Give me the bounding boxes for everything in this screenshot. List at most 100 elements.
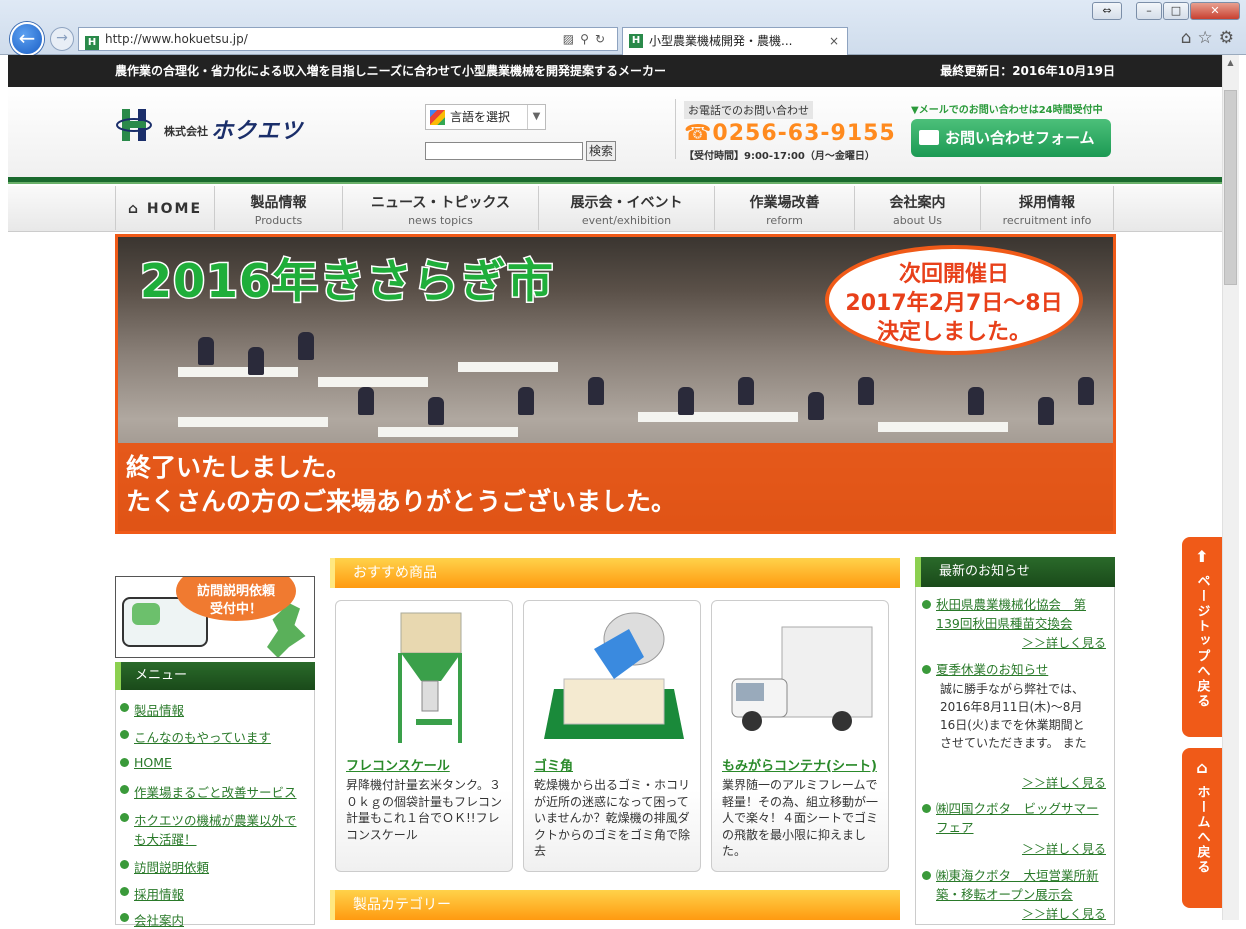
product-card[interactable]: もみがらコンテナ(シート) 業界随一のアルミフレームで軽量！その為、組立移動が一… (711, 600, 889, 872)
news-title-line: フェア (936, 820, 974, 835)
tab-close-icon[interactable]: × (829, 28, 839, 54)
arrow-right-icon: → (56, 30, 68, 46)
product-card[interactable]: ゴミ角 乾燥機から出るゴミ・ホコリが近所の迷惑になって困っていませんか？乾燥機の… (523, 600, 701, 872)
scrollbar-thumb[interactable] (1224, 90, 1237, 285)
news-title[interactable]: 夏季休業のお知らせ (920, 660, 1110, 679)
address-bar[interactable]: Hhttp://www.hokuetsu.jp/ ▨⚲↻ (78, 27, 618, 51)
company-prefix: 株式会社 (164, 125, 208, 138)
contact-form-button[interactable]: お問い合わせフォーム (911, 119, 1111, 157)
gomikaku-image (544, 612, 684, 739)
recommended-heading: おすすめ商品 (330, 558, 900, 588)
search-button[interactable]: 検索 (586, 141, 616, 161)
product-card[interactable]: フレコンスケール 昇降機付計量玄米タンク。３０ｋｇの個袋計量もフレコン計量もこれ… (335, 600, 513, 872)
read-more-link[interactable]: ＞＞詳しく見る (1022, 634, 1106, 651)
news-title[interactable]: 秋田県農業機械化協会 第 139回秋田県種苗交換会 (920, 595, 1110, 633)
banner-message-line: たくさんの方のご来場ありがとうございました。 (126, 487, 677, 516)
side-menu: 製品情報 こんなのもやっています HOME 作業場まるごと改善サービス ホクエツ… (115, 690, 315, 928)
menu-item[interactable]: こんなのもやっています (120, 727, 271, 746)
news-title-line: ㈱四国クボタ ビッグサマー (936, 801, 1099, 816)
scroll-up-arrow-icon[interactable]: ▲ (1222, 58, 1239, 67)
tab-title: 小型農業機械開発・農機... (649, 34, 793, 48)
last-updated: 最終更新日：2016年10月19日 (940, 64, 1115, 78)
news-title-line: 築・移転オープン展示会 (936, 887, 1073, 902)
product-desc: 業界随一のアルミフレームで軽量！その為、組立移動が一人で楽々！４面シートでゴミの… (722, 778, 879, 858)
menu-item-cont[interactable]: も大活躍！ (134, 829, 197, 848)
nav-recruit[interactable]: 採用情報 recruitment info (980, 186, 1114, 230)
photo-table (378, 427, 518, 437)
read-more-link[interactable]: ＞＞詳しく見る (1022, 905, 1106, 922)
menu-item[interactable]: 採用情報 (120, 884, 184, 903)
news-title-line: ㈱東海クボタ 大垣営業所新 (936, 868, 1099, 883)
nav-reform[interactable]: 作業場改善 reform (714, 186, 854, 230)
envelope-icon (919, 130, 939, 145)
photo-person (678, 387, 694, 415)
event-banner[interactable]: 2016年きさらぎ市 次回開催日 2017年2月7日～8日 決定しました。 終了… (115, 234, 1116, 534)
restore-tab-icon[interactable]: ⇔ (1092, 2, 1122, 20)
nav-about[interactable]: 会社案内 about Us (854, 186, 980, 230)
main-nav: ⌂ HOME 製品情報 Products ニュース・トピックス news topic… (8, 186, 1222, 232)
contact-form-label: お問い合わせフォーム (945, 129, 1095, 147)
menu-item[interactable]: 訪問説明依頼 (120, 857, 209, 876)
banner-title: 2016年きさらぎ市 (138, 253, 555, 310)
menu-item[interactable]: 製品情報 (120, 700, 184, 719)
photo-table (178, 417, 328, 427)
photo-person (358, 387, 374, 415)
phone-number[interactable]: ☎0256-63-9155 (684, 121, 904, 147)
photo-person (1038, 397, 1054, 425)
nav-products[interactable]: 製品情報 Products (214, 186, 342, 230)
browser-tab[interactable]: H 小型農業機械開発・農機... × (622, 27, 848, 55)
photo-table (318, 377, 428, 387)
search-input[interactable] (425, 142, 583, 160)
read-more-link[interactable]: ＞＞詳しく見る (1022, 840, 1106, 857)
menu-item[interactable]: HOME (120, 755, 172, 770)
nav-events[interactable]: 展示会・イベント event/exhibition (538, 186, 714, 230)
product-name[interactable]: フレコンスケール (346, 755, 450, 774)
arrow-up-circle-icon: ⬆ (1195, 547, 1209, 566)
news-title[interactable]: ㈱四国クボタ ビッグサマー フェア (920, 799, 1110, 837)
menu-item[interactable]: ホクエツの機械が農業以外で (120, 810, 297, 829)
nav-news[interactable]: ニュース・トピックス news topics (342, 186, 538, 230)
visit-bubble-line: 受付中！ (209, 602, 262, 617)
menu-heading: メニュー (115, 662, 315, 690)
home-icon: ⌂ (1196, 758, 1208, 777)
address-tools[interactable]: ▨⚲↻ (563, 28, 611, 50)
visit-request-banner[interactable]: 訪問説明依頼 受付中！ (115, 576, 315, 658)
arrow-left-icon: ← (18, 26, 36, 50)
news-body-line: させていただきます。 また (940, 736, 1087, 750)
product-name[interactable]: ゴミ角 (534, 755, 573, 774)
maximize-button[interactable]: □ (1163, 2, 1189, 20)
close-window-button[interactable]: ✕ (1190, 2, 1240, 20)
back-button[interactable]: ← (10, 22, 44, 56)
news-title[interactable]: ㈱東海クボタ 大垣営業所新 築・移転オープン展示会 (920, 866, 1110, 904)
news-title-line: 139回秋田県種苗交換会 (936, 616, 1073, 631)
minimize-button[interactable]: – (1136, 2, 1162, 20)
product-name[interactable]: もみがらコンテナ(シート) (722, 755, 877, 774)
home-float-button[interactable]: ⌂ ホームへ戻る (1182, 748, 1222, 908)
chevron-down-icon: ▼ (527, 105, 545, 129)
mail-note: ▼メールでのお問い合わせは24時間受付中 (911, 105, 1103, 116)
photo-table (878, 422, 1008, 432)
banner-message-line: 終了いたしました。 (126, 453, 352, 482)
nav-label: 展示会・イベント (570, 195, 683, 211)
language-select[interactable]: 言語を選択 ▼ (425, 104, 546, 130)
company-logo[interactable]: 株式会社 ホクエツ (116, 105, 326, 145)
read-more-link[interactable]: ＞＞詳しく見る (1022, 774, 1106, 791)
browser-tools-icons[interactable]: ⌂☆⚙ (1181, 28, 1240, 48)
momigara-container-image (731, 626, 873, 731)
menu-item[interactable]: 会社案内 (120, 910, 184, 929)
photo-person (1078, 377, 1094, 405)
nav-sublabel: event/exhibition (581, 214, 672, 227)
nav-label: 作業場改善 (749, 195, 820, 211)
photo-person (738, 377, 754, 405)
forward-button[interactable]: → (50, 27, 74, 51)
nav-home-label: HOME (146, 201, 203, 217)
truck-cab (132, 603, 160, 625)
bubble-line: 2017年2月7日～8日 (845, 291, 1063, 316)
news-body-line: 2016年8月11日(木)～8月 (940, 700, 1083, 714)
header-divider (8, 177, 1222, 184)
nav-home[interactable]: ⌂ HOME (115, 186, 214, 230)
nav-sublabel: reform (766, 214, 803, 227)
home-icon: ⌂ (127, 201, 141, 217)
menu-item[interactable]: 作業場まるごと改善サービス (120, 782, 297, 801)
page-top-button[interactable]: ⬆ ページトップへ戻る (1182, 537, 1222, 737)
